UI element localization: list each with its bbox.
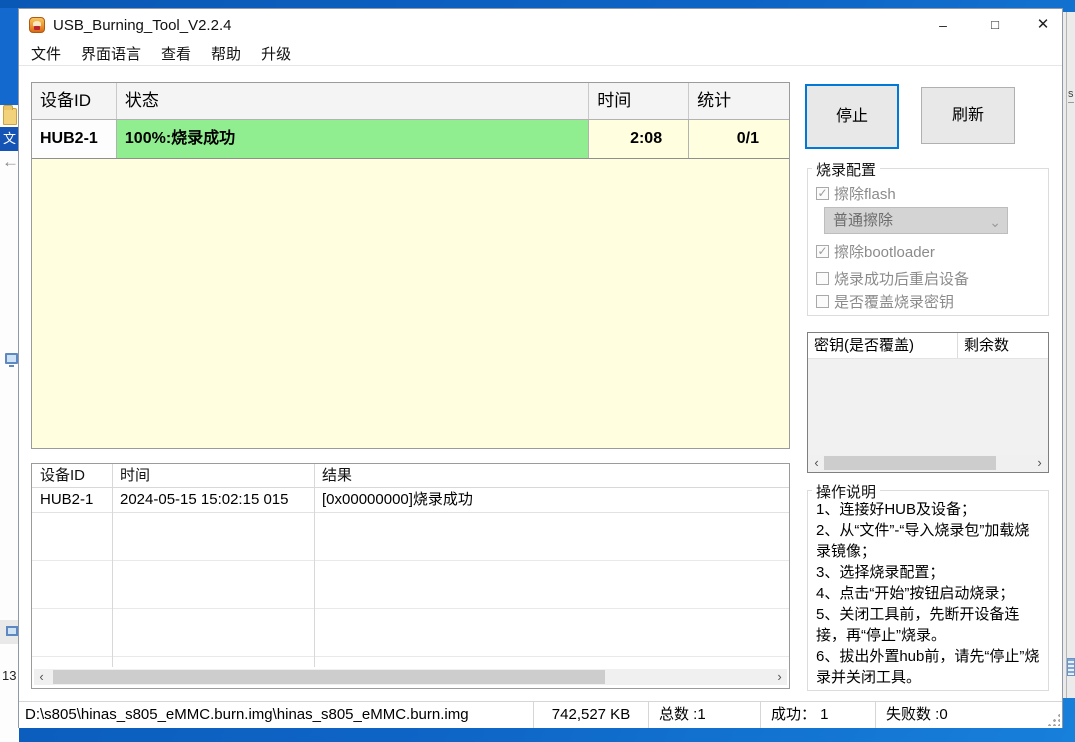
scroll-right-arrow[interactable]: › [772,669,787,685]
status-bar: D:\s805\hinas_s805_eMMC.burn.img\hinas_s… [19,701,1062,728]
column-header-device-id: 设备ID [40,467,86,484]
burn-stat-cell: 0/1 [689,120,789,158]
background-left-count: 13 [2,668,17,683]
key-table: 密钥(是否覆盖) 剩余数 ‹ › [807,332,1049,473]
scroll-left-arrow[interactable]: ‹ [809,455,824,471]
menu-language[interactable]: 界面语言 [71,43,151,64]
menu-upgrade[interactable]: 升级 [251,43,301,64]
status-success-count: 成功： 1 [761,702,876,728]
help-line: 2、从“文件”-“导入烧录包”加载烧录镜像； [816,522,1030,560]
grid-line [314,464,315,667]
background-right-text-fragment: s [1068,88,1074,103]
list-icon [1067,658,1075,676]
background-left-titlebar [0,8,19,105]
checkbox-erase-flash[interactable]: ✓ 擦除flash [816,183,896,204]
status-total-count: 总数 :1 [649,702,761,728]
help-line: 1、连接好HUB及设备； [816,501,977,518]
operation-help-group: 操作说明 1、连接好HUB及设备； 2、从“文件”-“导入烧录包”加载烧录镜像；… [807,481,1049,691]
refresh-button[interactable]: 刷新 [921,87,1015,144]
column-header-time: 时间 [120,467,151,484]
background-window-left: 文 ← 13 [0,8,19,742]
column-header-stat: 统计 [697,91,732,110]
checkbox-erase-bootloader[interactable]: ✓ 擦除bootloader [816,241,935,262]
burn-config-title: 烧录配置 [812,159,881,180]
log-result-cell: [0x00000000]烧录成功 [322,491,473,508]
device-id-cell: HUB2-1 [32,120,117,158]
menu-file[interactable]: 文件 [21,43,71,64]
checkbox-unchecked-icon [816,295,829,308]
device-progress-table: 设备ID 状态 时间 统计 HUB2-1 100%:烧录成功 2:08 0/1 [31,82,790,449]
checkbox-overwrite-burn-key[interactable]: 是否覆盖烧录密钥 [816,291,954,312]
app-icon [29,17,45,33]
burn-time-cell: 2:08 [589,120,690,158]
scrollbar-thumb[interactable] [824,456,996,470]
empty-row [32,561,789,609]
minimize-button[interactable]: – [925,11,961,39]
checkbox-label: 烧录成功后重启设备 [834,271,970,288]
log-row[interactable]: HUB2-1 2024-05-15 15:02:15 015 [0x000000… [32,488,789,513]
divider [1066,12,1067,698]
burn-progress-cell: 100%:烧录成功 [116,120,590,158]
status-image-size: 742,527 KB [534,702,649,728]
grid-line [112,464,113,667]
window-title: USB_Burning_Tool_V2.2.4 [53,17,232,34]
column-header-remaining: 剩余数 [964,337,1010,354]
log-time-cell: 2024-05-15 15:02:15 015 [120,491,289,508]
status-failed-count: 失败数 :0 [876,702,1062,728]
checkbox-label: 是否覆盖烧录密钥 [834,294,955,311]
title-bar: USB_Burning_Tool_V2.2.4 – □ ✕ [19,9,1062,41]
scrollbar-thumb[interactable] [53,670,605,684]
operation-help-text: 1、连接好HUB及设备； 2、从“文件”-“导入烧录包”加载烧录镜像； 3、选择… [808,491,1048,688]
background-left-selected-row [0,620,19,644]
menu-help[interactable]: 帮助 [201,43,251,64]
help-line: 5、关闭工具前，先断开设备连接，再“停止”烧录。 [816,606,1020,644]
log-table-header: 设备ID 时间 结果 [32,464,789,488]
device-table-header: 设备ID 状态 时间 统计 [32,83,789,120]
checkbox-label: 擦除bootloader [834,244,935,261]
checkbox-unchecked-icon [816,272,829,285]
usb-burning-tool-window: USB_Burning_Tool_V2.2.4 – □ ✕ 文件 界面语言 查看… [18,8,1063,728]
column-header-status: 状态 [117,83,590,119]
status-failed-text: 失败数 :0 [886,706,948,723]
burn-log-table: 设备ID 时间 结果 HUB2-1 2024-05-15 15:02:15 01… [31,463,790,689]
operation-help-title: 操作说明 [812,481,881,502]
status-image-path: D:\s805\hinas_s805_eMMC.burn.img\hinas_s… [19,702,534,728]
back-arrow-icon: ← [2,152,19,171]
help-line: 4、点击“开始”按钮启动烧录； [816,585,1015,602]
scroll-left-arrow[interactable]: ‹ [34,669,49,685]
erase-mode-dropdown[interactable]: 普通擦除 ⌄ [824,207,1008,234]
menu-bar: 文件 界面语言 查看 帮助 升级 [19,41,1062,66]
device-row[interactable]: HUB2-1 100%:烧录成功 2:08 0/1 [32,120,789,159]
document-language-icon: 文 [0,127,19,151]
column-header-result: 结果 [322,467,353,484]
maximize-button[interactable]: □ [977,11,1013,39]
computer-icon [5,353,18,367]
help-line: 6、拔出外置hub前，请先“停止”烧录并关闭工具。 [816,648,1040,686]
menu-view[interactable]: 查看 [151,43,201,64]
empty-row [32,609,789,657]
log-table-horizontal-scrollbar[interactable]: ‹ › [34,669,787,685]
column-header-time: 时间 [589,83,690,119]
burn-config-group: 烧录配置 ✓ 擦除flash 普通擦除 ⌄ ✓ 擦除bootloader 烧录成… [807,159,1049,316]
log-device-id-cell: HUB2-1 [40,491,94,508]
computer-icon [6,626,18,636]
background-window-right: s [1063,12,1075,698]
checkbox-reboot-after-success[interactable]: 烧录成功后重启设备 [816,268,969,289]
help-line: 3、选择烧录配置； [816,564,945,581]
folder-icon [3,105,17,125]
key-table-horizontal-scrollbar[interactable]: ‹ › [809,455,1047,471]
chevron-down-icon: ⌄ [989,214,1001,230]
key-table-header: 密钥(是否覆盖) 剩余数 [808,333,1048,359]
resize-grip[interactable] [1047,713,1060,726]
close-button[interactable]: ✕ [1025,11,1061,39]
checkbox-label: 擦除flash [834,186,896,203]
erase-mode-selected: 普通擦除 [833,212,894,229]
scroll-right-arrow[interactable]: › [1032,455,1047,471]
column-header-device-id: 设备ID [32,83,117,119]
empty-row [32,513,789,561]
checkbox-checked-icon: ✓ [816,244,829,258]
checkbox-checked-icon: ✓ [816,186,829,200]
column-header-key: 密钥(是否覆盖) [808,333,958,358]
stop-button[interactable]: 停止 [805,84,899,149]
